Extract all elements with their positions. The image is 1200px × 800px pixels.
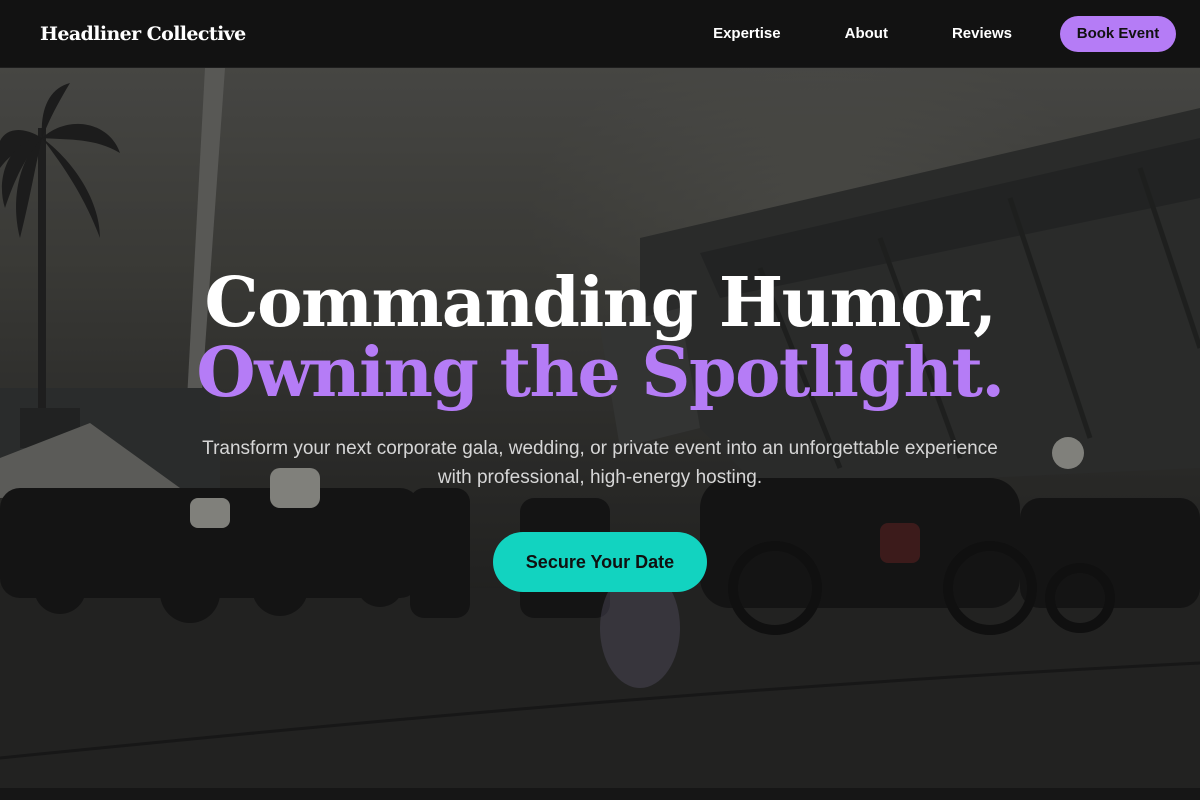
book-event-button[interactable]: Book Event [1060,15,1176,52]
nav-links: Expertise About Reviews Book Event [713,15,1176,52]
headline-line-2: Owning the Spotlight. [196,333,1005,413]
hero-content: Commanding Humor, Owning the Spotlight. … [0,268,1200,592]
nav-link-about[interactable]: About [845,25,888,42]
hero-section: Commanding Humor, Owning the Spotlight. … [0,68,1200,788]
bottom-section-edge [0,788,1200,800]
brand-logo[interactable]: Headliner Collective [40,23,246,45]
nav-link-reviews[interactable]: Reviews [952,25,1012,42]
headline-line-1: Commanding Humor, [204,263,997,343]
secure-your-date-button[interactable]: Secure Your Date [493,532,707,592]
nav-link-expertise[interactable]: Expertise [713,25,781,42]
hero-subtext: Transform your next corporate gala, wedd… [202,438,998,488]
top-navbar: Headliner Collective Expertise About Rev… [0,0,1200,68]
hero-headline: Commanding Humor, Owning the Spotlight. [0,268,1200,408]
